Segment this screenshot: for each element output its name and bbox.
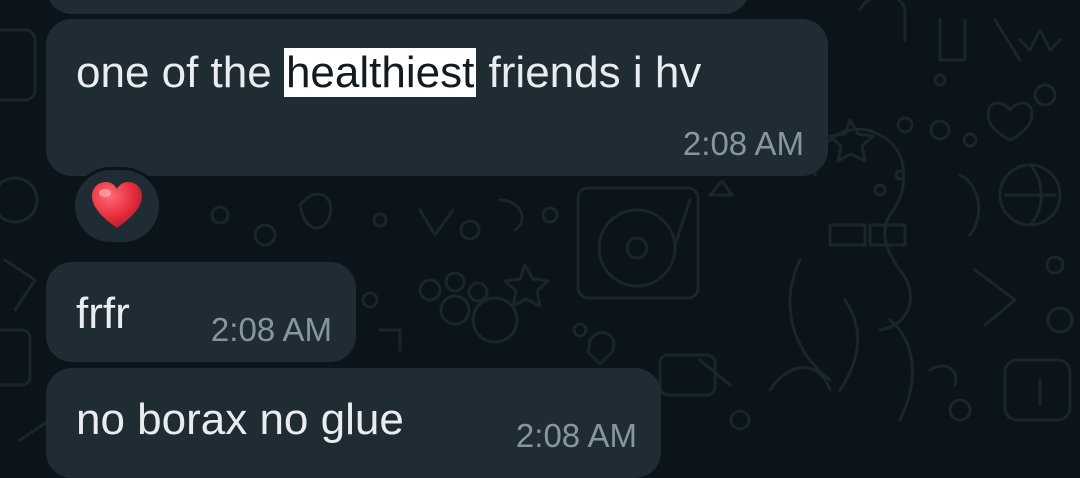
message-text: frfr [76, 289, 130, 338]
message-text: one of the healthiest friends i hv [76, 48, 702, 97]
message-bubble[interactable]: one of the healthiest friends i hv 2:08 … [46, 19, 828, 176]
message-timestamp: 2:08 AM [515, 417, 637, 454]
message-reaction[interactable] [72, 167, 162, 245]
heart-emoji-icon [92, 182, 142, 228]
message-bubble[interactable]: frfr 2:08 AM [46, 262, 356, 362]
selected-text-highlight[interactable]: healthiest [283, 48, 477, 97]
message-text: no borax no glue [76, 395, 404, 444]
message-bubble[interactable]: no borax no glue 2:08 AM [46, 368, 661, 478]
message-timestamp: 2:08 AM [682, 125, 804, 162]
previous-message-bubble[interactable] [46, 0, 750, 14]
message-timestamp: 2:08 AM [210, 311, 332, 348]
